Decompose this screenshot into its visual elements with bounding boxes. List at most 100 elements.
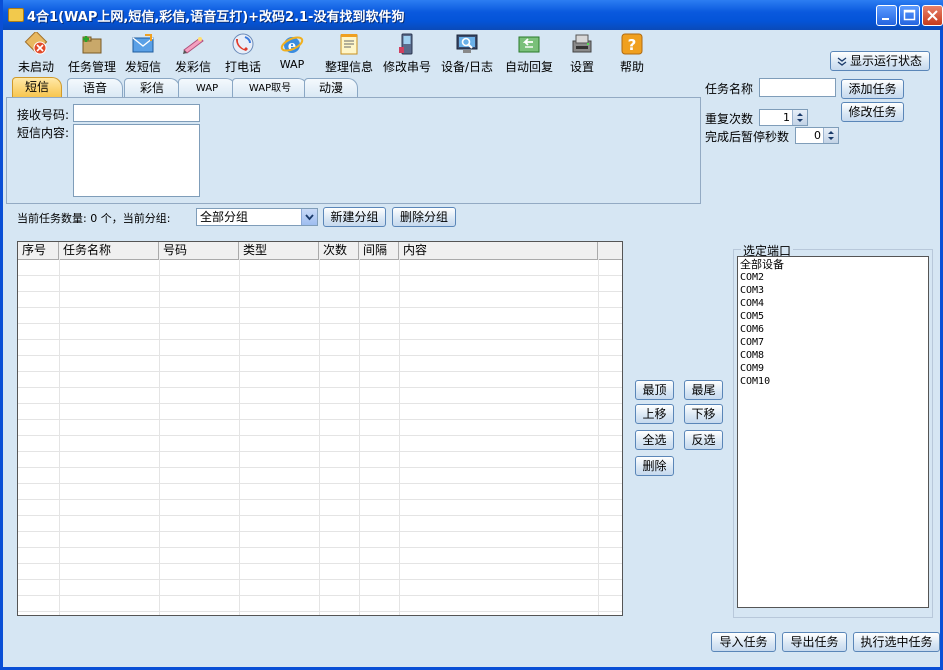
- grid-row-line: [18, 515, 622, 516]
- notepad-icon: [340, 34, 358, 55]
- grid-row-line: [18, 355, 622, 356]
- tab-mms[interactable]: 彩信: [124, 78, 180, 98]
- port-item[interactable]: COM8: [740, 349, 764, 362]
- device-log-icon: [456, 34, 478, 53]
- pause-seconds-spinner[interactable]: 0: [795, 127, 839, 144]
- grid-row-line: [18, 419, 622, 420]
- grid-row-line: [18, 339, 622, 340]
- move-bottom-button[interactable]: 最尾: [684, 380, 723, 400]
- port-item[interactable]: COM2: [740, 271, 764, 284]
- column-header-interval[interactable]: 间隔: [359, 242, 399, 259]
- move-down-button[interactable]: 下移: [684, 404, 723, 424]
- toolbar-wap[interactable]: e WAP: [272, 30, 312, 74]
- repeat-count-label: 重复次数: [705, 112, 754, 126]
- spinner-arrows-icon[interactable]: [823, 128, 838, 143]
- grid-row-line: [18, 563, 622, 564]
- grid-row-line: [18, 307, 622, 308]
- toolbar-label: 设置: [569, 60, 594, 74]
- port-item[interactable]: COM10: [740, 375, 770, 388]
- grid-row-line: [18, 371, 622, 372]
- execute-selected-tasks-button[interactable]: 执行选中任务: [853, 632, 940, 652]
- toolbar-device-log[interactable]: 设备/日志: [438, 30, 496, 74]
- port-item[interactable]: COM9: [740, 362, 764, 375]
- toolbar-label: WAP: [279, 58, 305, 71]
- toolbar-modify-imei[interactable]: 修改串号: [380, 30, 434, 74]
- grid-row-line: [18, 595, 622, 596]
- delete-group-button[interactable]: 删除分组: [392, 207, 456, 227]
- port-item[interactable]: COM3: [740, 284, 764, 297]
- port-item[interactable]: COM6: [740, 323, 764, 336]
- ie-browser-icon: e: [280, 36, 304, 54]
- maximize-button[interactable]: [899, 5, 920, 26]
- toolbar-auto-reply[interactable]: 自动回复: [502, 30, 556, 74]
- show-run-status-label: 显示运行状态: [850, 54, 923, 68]
- task-name-input[interactable]: [759, 78, 836, 97]
- toolbar-phone-call[interactable]: 打电话: [222, 30, 264, 74]
- tab-sms[interactable]: 短信: [12, 77, 62, 98]
- tab-voice[interactable]: 语音: [67, 78, 123, 98]
- title-bar[interactable]: 4合1(WAP上网,短信,彩信,语音互打)+改码2.1-没有找到软件狗: [3, 0, 943, 30]
- select-all-button[interactable]: 全选: [635, 430, 674, 450]
- column-header-count[interactable]: 次数: [319, 242, 359, 259]
- column-header-task-name[interactable]: 任务名称: [59, 242, 159, 259]
- chevron-down-icon[interactable]: [301, 209, 317, 225]
- tab-wap-get-number[interactable]: WAP取号: [232, 78, 308, 98]
- add-task-button[interactable]: 添加任务: [841, 79, 904, 99]
- edit-task-button[interactable]: 修改任务: [841, 102, 904, 122]
- svg-text:e: e: [288, 39, 296, 54]
- mobile-device-icon: [399, 33, 413, 55]
- task-count-text: 当前任务数量: 0 个，当前分组:: [17, 212, 171, 225]
- port-item[interactable]: 全部设备: [740, 258, 784, 271]
- pause-seconds-value: 0: [814, 129, 821, 142]
- column-header-content[interactable]: 内容: [399, 242, 598, 259]
- grid-row-line: [18, 403, 622, 404]
- column-header-index[interactable]: 序号: [18, 242, 59, 259]
- toolbar-organize-info[interactable]: 整理信息: [322, 30, 376, 74]
- task-name-label: 任务名称: [705, 82, 754, 96]
- import-tasks-button[interactable]: 导入任务: [711, 632, 776, 652]
- port-listbox[interactable]: 全部设备 COM2 COM3 COM4 COM5 COM6 COM7 COM8 …: [737, 256, 929, 608]
- auto-reply-icon: [518, 36, 540, 53]
- column-header-number[interactable]: 号码: [159, 242, 239, 259]
- toolbar-label: 自动回复: [504, 60, 553, 74]
- toolbar: 未启动 任务管理 发短信 发彩信 打电话 e WAP 整理信息 修改串号 设备/…: [6, 30, 644, 74]
- move-up-button[interactable]: 上移: [635, 404, 674, 424]
- delete-task-button[interactable]: 删除: [635, 456, 674, 476]
- toolbar-label: 设备/日志: [440, 60, 494, 74]
- toolbar-task-manage[interactable]: 任务管理: [66, 30, 118, 74]
- close-button[interactable]: [922, 5, 943, 26]
- port-item[interactable]: COM7: [740, 336, 764, 349]
- export-tasks-button[interactable]: 导出任务: [782, 632, 847, 652]
- receiver-input[interactable]: [73, 104, 200, 122]
- port-item[interactable]: COM4: [740, 297, 764, 310]
- toolbar-label: 发短信: [124, 60, 161, 74]
- grid-row-line: [18, 323, 622, 324]
- grid-row-line: [18, 547, 622, 548]
- column-header-type[interactable]: 类型: [239, 242, 319, 259]
- toolbar-help[interactable]: ? 帮助: [612, 30, 652, 74]
- tab-animation[interactable]: 动漫: [304, 78, 358, 98]
- toolbar-send-sms[interactable]: 发短信: [122, 30, 164, 74]
- group-select-value: 全部分组: [200, 210, 249, 224]
- show-run-status-button[interactable]: 显示运行状态: [830, 51, 930, 71]
- repeat-count-spinner[interactable]: 1: [759, 109, 808, 126]
- invert-selection-button[interactable]: 反选: [684, 430, 723, 450]
- sms-content-textarea[interactable]: [73, 124, 200, 197]
- group-select[interactable]: 全部分组: [196, 208, 318, 226]
- task-grid[interactable]: 序号 任务名称 号码 类型 次数 间隔 内容: [17, 241, 623, 616]
- spinner-arrows-icon[interactable]: [792, 110, 807, 125]
- minimize-button[interactable]: [876, 5, 897, 26]
- toolbar-settings[interactable]: 设置: [562, 30, 602, 74]
- pause-seconds-label: 完成后暂停秒数: [705, 130, 790, 144]
- port-item[interactable]: COM5: [740, 310, 764, 323]
- toolbar-not-started[interactable]: 未启动: [14, 30, 58, 74]
- grid-row-line: [18, 467, 622, 468]
- grid-row-line: [18, 483, 622, 484]
- grid-row-line: [18, 611, 622, 612]
- move-top-button[interactable]: 最顶: [635, 380, 674, 400]
- toolbar-send-mms[interactable]: 发彩信: [172, 30, 214, 74]
- grid-row-line: [18, 275, 622, 276]
- app-icon: [8, 8, 24, 22]
- new-group-button[interactable]: 新建分组: [323, 207, 386, 227]
- tab-wap[interactable]: WAP: [178, 78, 236, 98]
